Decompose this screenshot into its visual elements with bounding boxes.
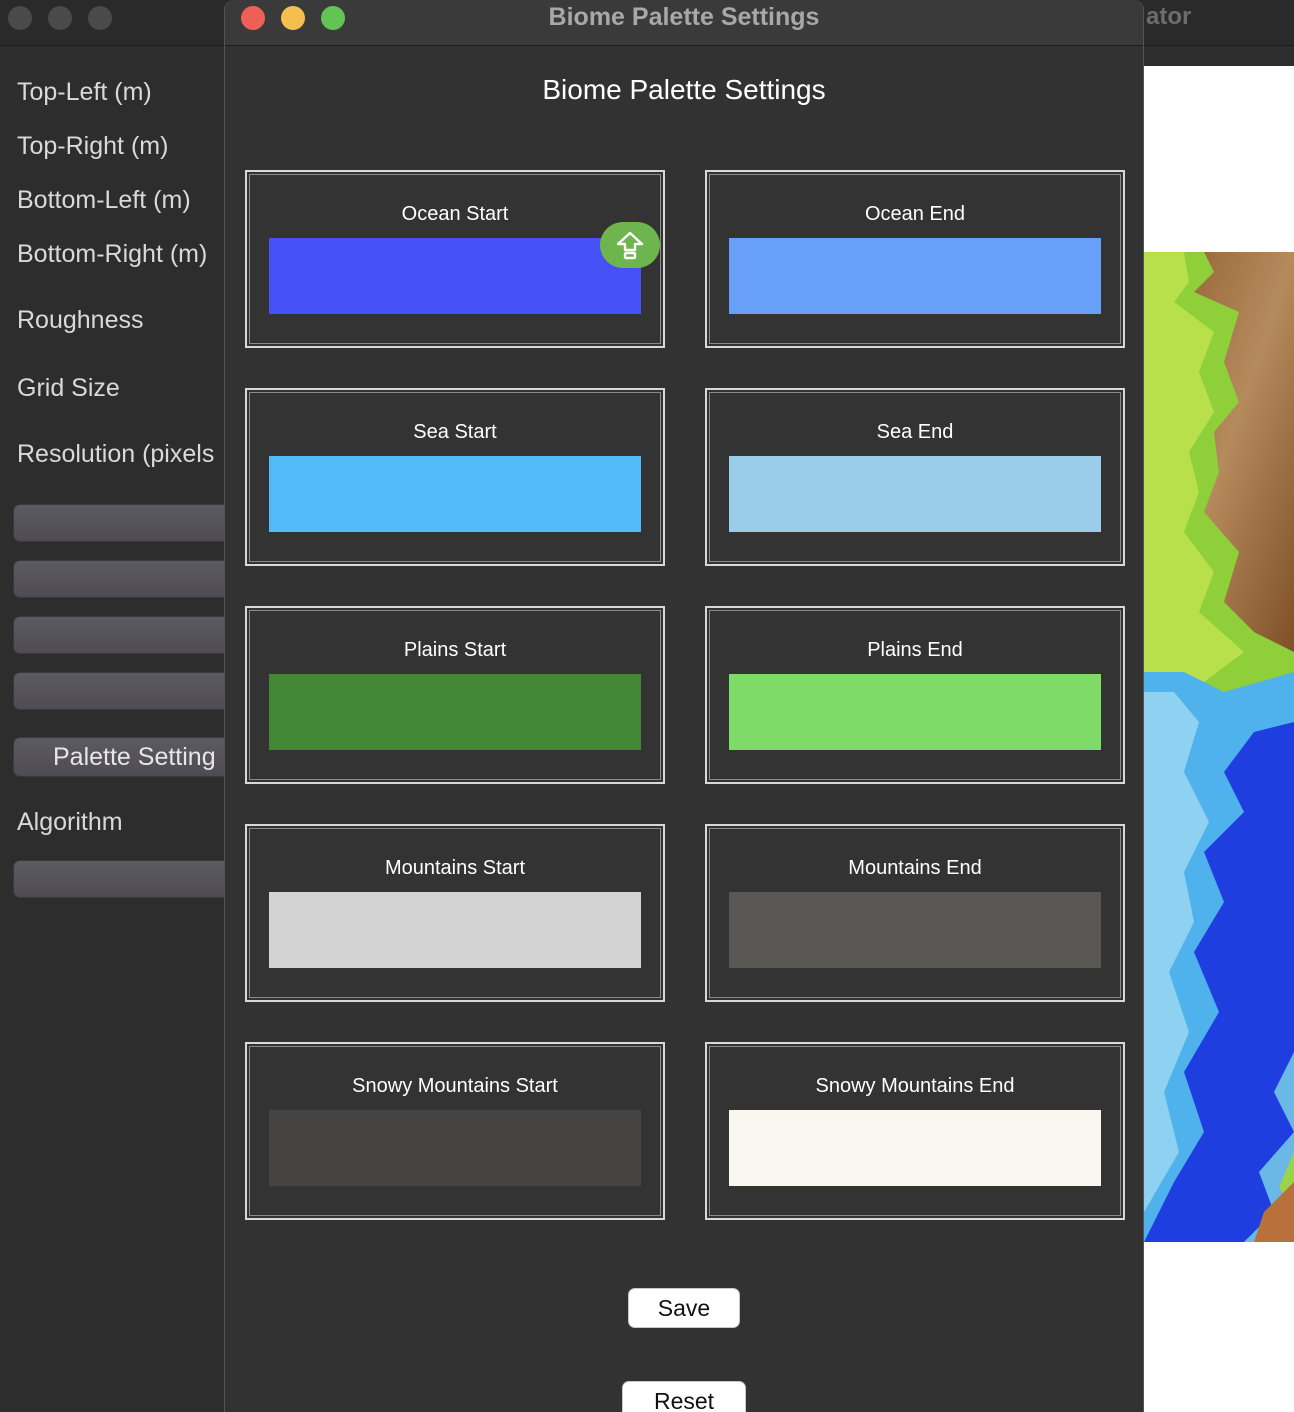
roughness-field[interactable] xyxy=(13,504,253,542)
grid-size-field[interactable] xyxy=(13,560,253,598)
background-window-title: ator xyxy=(1146,3,1192,30)
dialog-window-title: Biome Palette Settings xyxy=(548,3,820,31)
background-minimize-button[interactable] xyxy=(48,6,72,30)
resolution-height-field[interactable] xyxy=(13,672,253,710)
upload-badge[interactable] xyxy=(600,222,660,268)
ocean-start-label: Ocean Start xyxy=(401,203,509,225)
mountains-end-swatch[interactable] xyxy=(729,892,1101,968)
snowy-mountains-end-swatch[interactable] xyxy=(729,1110,1101,1186)
plains-end-swatch[interactable] xyxy=(729,674,1101,750)
ocean-end-label: Ocean End xyxy=(864,203,966,225)
background-close-button[interactable] xyxy=(8,6,32,30)
plains-start-label: Plains Start xyxy=(403,639,507,661)
bottom-left-label: Bottom-Left (m) xyxy=(17,186,191,214)
mountains-end-label: Mountains End xyxy=(848,857,982,879)
roughness-label: Roughness xyxy=(17,306,144,334)
dialog-titlebar: Biome Palette Settings xyxy=(225,0,1143,46)
sea-start-label: Sea Start xyxy=(413,421,497,443)
top-left-label: Top-Left (m) xyxy=(17,78,152,106)
plains-start-swatch[interactable] xyxy=(269,674,641,750)
ocean-start-card: Ocean Start xyxy=(245,170,665,348)
snowy-mountains-start-label: Snowy Mountains Start xyxy=(352,1075,558,1097)
sea-end-swatch[interactable] xyxy=(729,456,1101,532)
upload-arrow-icon xyxy=(616,231,644,260)
snowy-mountains-end-label: Snowy Mountains End xyxy=(815,1075,1015,1097)
terrain-map-image xyxy=(1144,252,1294,1242)
background-zoom-button[interactable] xyxy=(88,6,112,30)
sea-end-label: Sea End xyxy=(876,421,954,443)
ocean-start-swatch[interactable] xyxy=(269,238,641,314)
plains-end-label: Plains End xyxy=(867,639,963,661)
ocean-end-card: Ocean End xyxy=(705,170,1125,348)
sea-end-card: Sea End xyxy=(705,388,1125,566)
mountains-start-swatch[interactable] xyxy=(269,892,641,968)
save-button[interactable]: Save xyxy=(628,1288,740,1328)
snowy-mountains-start-swatch[interactable] xyxy=(269,1110,641,1186)
resolution-width-field[interactable] xyxy=(13,616,253,654)
grid-size-label: Grid Size xyxy=(17,374,120,402)
plains-end-card: Plains End xyxy=(705,606,1125,784)
algorithm-label: Algorithm xyxy=(17,808,123,836)
mountains-start-card: Mountains Start xyxy=(245,824,665,1002)
algorithm-select[interactable] xyxy=(13,860,253,898)
sea-start-swatch[interactable] xyxy=(269,456,641,532)
mountains-end-card: Mountains End xyxy=(705,824,1125,1002)
plains-start-card: Plains Start xyxy=(245,606,665,784)
snowy-mountains-start-card: Snowy Mountains Start xyxy=(245,1042,665,1220)
top-right-label: Top-Right (m) xyxy=(17,132,169,160)
sea-start-card: Sea Start xyxy=(245,388,665,566)
dialog-heading: Biome Palette Settings xyxy=(542,74,826,105)
reset-button[interactable]: Reset xyxy=(622,1381,746,1412)
resolution-label: Resolution (pixels xyxy=(17,440,215,468)
ocean-end-swatch[interactable] xyxy=(729,238,1101,314)
bottom-right-label: Bottom-Right (m) xyxy=(17,240,208,268)
palette-settings-dialog: Biome Palette Settings Biome Palette Set… xyxy=(224,0,1144,1412)
palette-settings-button-label: Palette Setting xyxy=(53,743,216,771)
palette-settings-button[interactable]: Palette Setting xyxy=(13,737,253,777)
snowy-mountains-end-card: Snowy Mountains End xyxy=(705,1042,1125,1220)
mountains-start-label: Mountains Start xyxy=(384,857,526,879)
